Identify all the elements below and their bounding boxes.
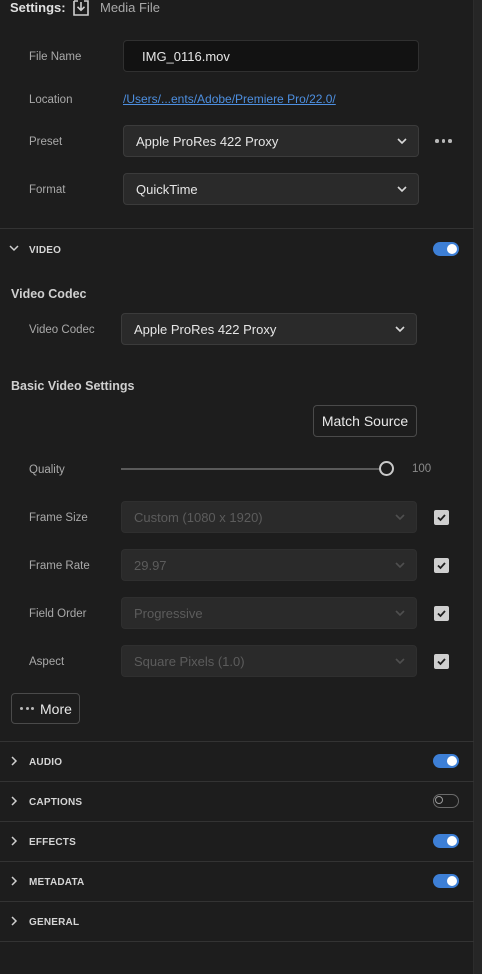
- quality-slider-track[interactable]: [121, 468, 387, 470]
- divider: [0, 781, 474, 782]
- field-order-value: Progressive: [134, 605, 203, 621]
- audio-toggle[interactable]: [433, 754, 459, 768]
- chevron-down-icon: [397, 186, 407, 193]
- quality-value: 100: [412, 463, 432, 475]
- chevron-down-icon: [395, 326, 405, 333]
- frame-size-value: Custom (1080 x 1920): [134, 509, 263, 525]
- aspect-value: Square Pixels (1.0): [134, 653, 245, 669]
- chevron-right-icon[interactable]: [9, 756, 19, 766]
- file-name-label: File Name: [29, 51, 82, 63]
- more-options-icon[interactable]: [435, 139, 452, 143]
- audio-section-title[interactable]: AUDIO: [29, 757, 62, 768]
- divider: [0, 861, 474, 862]
- basic-video-settings-heading: Basic Video Settings: [11, 379, 135, 393]
- captions-section-title[interactable]: CAPTIONS: [29, 797, 82, 808]
- preset-value: Apple ProRes 422 Proxy: [136, 133, 279, 149]
- video-codec-dropdown[interactable]: Apple ProRes 422 Proxy: [121, 313, 417, 345]
- more-button[interactable]: More: [11, 693, 80, 724]
- file-name-field[interactable]: IMG_0116.mov: [123, 40, 419, 72]
- metadata-toggle[interactable]: [433, 874, 459, 888]
- match-source-button[interactable]: Match Source: [313, 405, 417, 437]
- frame-size-label: Frame Size: [29, 512, 88, 524]
- chevron-down-icon: [395, 658, 405, 665]
- field-order-label: Field Order: [29, 608, 87, 620]
- chevron-down-icon: [395, 610, 405, 617]
- metadata-section-title[interactable]: METADATA: [29, 877, 84, 888]
- video-codec-label: Video Codec: [29, 324, 95, 336]
- format-value: QuickTime: [136, 181, 198, 197]
- video-codec-value: Apple ProRes 422 Proxy: [134, 321, 277, 337]
- chevron-right-icon[interactable]: [9, 876, 19, 886]
- aspect-label: Aspect: [29, 656, 65, 668]
- divider: [0, 741, 474, 742]
- export-settings-panel: Settings: Media File File Name IMG_0116.…: [0, 0, 474, 974]
- video-section-title[interactable]: VIDEO: [29, 245, 61, 256]
- preset-dropdown[interactable]: Apple ProRes 422 Proxy: [123, 125, 419, 157]
- effects-toggle[interactable]: [433, 834, 459, 848]
- chevron-down-icon: [395, 514, 405, 521]
- format-dropdown[interactable]: QuickTime: [123, 173, 419, 205]
- frame-rate-label: Frame Rate: [29, 560, 90, 572]
- general-section-title[interactable]: GENERAL: [29, 917, 79, 928]
- scrollbar[interactable]: [474, 0, 482, 974]
- location-link[interactable]: /Users/...ents/Adobe/Premiere Pro/22.0/: [123, 92, 336, 106]
- field-order-match-checkbox[interactable]: [434, 606, 449, 621]
- chevron-down-icon: [397, 138, 407, 145]
- ellipsis-icon: [20, 707, 34, 710]
- media-file-label: Media File: [100, 0, 160, 15]
- frame-rate-value: 29.97: [134, 557, 167, 573]
- video-codec-heading: Video Codec: [11, 287, 87, 301]
- divider: [0, 228, 474, 229]
- quality-slider-thumb[interactable]: [379, 461, 394, 476]
- captions-toggle[interactable]: [433, 794, 459, 808]
- frame-size-dropdown[interactable]: Custom (1080 x 1920): [121, 501, 417, 533]
- format-label: Format: [29, 184, 66, 196]
- video-toggle[interactable]: [433, 242, 459, 256]
- frame-size-match-checkbox[interactable]: [434, 510, 449, 525]
- divider: [0, 821, 474, 822]
- aspect-match-checkbox[interactable]: [434, 654, 449, 669]
- file-name-value: IMG_0116.mov: [142, 48, 230, 64]
- chevron-right-icon[interactable]: [9, 916, 19, 926]
- effects-section-title[interactable]: EFFECTS: [29, 837, 76, 848]
- preset-label: Preset: [29, 136, 63, 148]
- more-label: More: [40, 700, 72, 717]
- field-order-dropdown[interactable]: Progressive: [121, 597, 417, 629]
- download-icon: [73, 0, 89, 16]
- chevron-right-icon[interactable]: [9, 796, 19, 806]
- quality-label: Quality: [29, 464, 65, 476]
- chevron-down-icon: [395, 562, 405, 569]
- chevron-right-icon[interactable]: [9, 836, 19, 846]
- aspect-dropdown[interactable]: Square Pixels (1.0): [121, 645, 417, 677]
- frame-rate-match-checkbox[interactable]: [434, 558, 449, 573]
- divider: [0, 901, 474, 902]
- frame-rate-dropdown[interactable]: 29.97: [121, 549, 417, 581]
- chevron-down-icon[interactable]: [9, 243, 19, 253]
- settings-title: Settings:: [10, 0, 66, 15]
- divider: [0, 941, 474, 942]
- location-label: Location: [29, 94, 73, 106]
